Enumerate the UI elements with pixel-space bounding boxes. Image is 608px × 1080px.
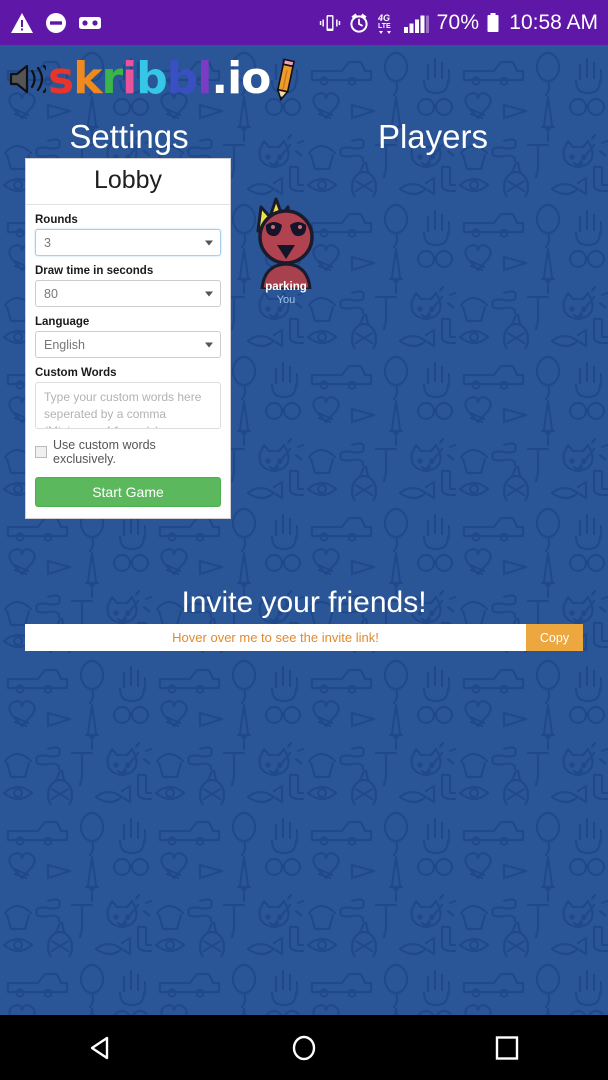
use-custom-words-label: Use custom words exclusively. [53,438,156,466]
drawtime-value: 80 [44,286,58,301]
lobby-settings-body: Rounds 3 Draw time in seconds 80 Languag… [26,205,230,518]
phone-screen: 4G LTE 70% 10:58 AM s k r i b b l . i o … [0,0,608,1080]
recents-button[interactable] [472,1023,542,1073]
logo-letter: i [227,53,242,104]
custom-words-placeholder-line1: Type your custom words here [44,390,202,404]
alarm-icon [350,13,368,33]
language-value: English [44,337,85,352]
logo-letter: k [73,53,102,104]
status-bar-left-icons [10,12,102,34]
recents-square-icon [495,1035,518,1060]
start-game-button[interactable]: Start Game [35,477,221,507]
logo-letter: l [197,53,212,104]
custom-words-input[interactable]: Type your custom words here seperated by… [35,382,221,429]
home-button[interactable] [269,1023,339,1073]
voicemail-icon [79,16,101,29]
use-custom-words-checkbox[interactable] [35,446,47,458]
app-logo[interactable]: s k r i b b l . i o [8,51,298,107]
chevron-down-icon [205,342,213,347]
logo-letter: r [101,53,123,104]
players-heading: Players [377,118,489,155]
language-select[interactable]: English [35,331,221,358]
use-custom-words-row[interactable]: Use custom words exclusively. [35,438,221,466]
drawtime-label: Draw time in seconds [35,265,154,277]
svg-text:4G: 4G [377,13,390,23]
signal-bars-icon [403,15,429,33]
clock-label: 10:58 AM [509,10,598,34]
logo-letter: . [211,53,228,104]
custom-words-placeholder-line2: seperated by a comma [44,407,167,421]
status-bar: 4G LTE 70% 10:58 AM [0,0,608,45]
status-bar-right-icons: 4G LTE 70% 10:58 AM [319,11,598,35]
android-navigation-bar [0,1015,608,1080]
speaker-on-icon[interactable] [8,62,46,96]
battery-icon [487,12,499,32]
game-page: s k r i b b l . i o Settings Players Lob… [0,45,608,1015]
player-avatar-crown [256,197,314,289]
logo-letter: s [48,53,74,104]
lobby-settings-panel: Lobby Rounds 3 Draw time in seconds 80 L… [25,158,231,519]
back-triangle-icon [91,1036,109,1059]
player-name: parking [265,281,307,293]
logo-letter: b [136,53,167,104]
logo-letter: o [241,53,271,104]
rounds-value: 3 [44,235,51,250]
player-list-item[interactable]: parking You [248,185,324,306]
rounds-label: Rounds [35,214,78,226]
4g-lte-icon: 4G LTE [377,13,391,34]
chevron-down-icon [205,240,213,245]
back-button[interactable] [66,1023,136,1073]
rounds-select[interactable]: 3 [35,229,221,256]
logo-letters: s k r i b b l . i o [48,53,271,104]
pencil-icon [277,58,296,102]
logo-letter: b [166,53,198,104]
warning-triangle-icon [11,12,33,33]
lobby-title: Lobby [26,159,230,205]
drawtime-select[interactable]: 80 [35,280,221,307]
vibrate-icon [319,14,340,31]
language-label: Language [35,316,90,328]
do-not-disturb-icon [46,12,66,33]
invite-heading: Invite your friends! [181,586,427,619]
custom-words-label: Custom Words [35,367,117,379]
player-you-tag: You [276,294,296,306]
battery-percent-label: 70% [436,10,480,34]
logo-letter: i [122,53,137,104]
invite-link-input[interactable]: Hover over me to see the invite link! [25,624,526,651]
chevron-down-icon [205,291,213,296]
home-circle-icon [292,1035,316,1060]
invite-link-row: Hover over me to see the invite link! Co… [25,624,583,651]
settings-heading: Settings [69,118,189,155]
svg-text:LTE: LTE [378,23,391,30]
copy-invite-button[interactable]: Copy [526,624,583,651]
custom-words-placeholder-line3: (Minimum of 1 words) [44,423,212,428]
